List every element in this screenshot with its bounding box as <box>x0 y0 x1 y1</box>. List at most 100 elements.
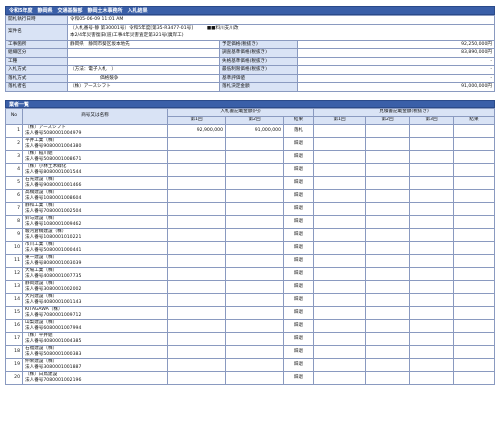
header-bid-round2: 第2回 <box>225 115 284 125</box>
row-est-result <box>453 227 495 242</box>
row-bid-round2 <box>225 292 284 307</box>
row-no: 16 <box>5 318 23 333</box>
header-est-result: 結果 <box>453 115 495 125</box>
row-result: 辞退 <box>282 370 315 385</box>
row-est-result <box>453 331 495 346</box>
row-est-result <box>453 279 495 294</box>
value-disqualify-price: - <box>297 56 495 66</box>
value-min-price: - <box>297 65 495 75</box>
row-bid-round2 <box>225 253 284 268</box>
row-bid-round1 <box>167 136 226 151</box>
row-est-round2 <box>365 201 411 216</box>
row-est-result <box>453 188 495 203</box>
row-company: 高橋建設（株） 法人番号1080001008604 <box>22 188 168 203</box>
label-award-method: 落札方式 <box>5 73 68 83</box>
row-est-round3 <box>409 279 455 294</box>
row-est-round3 <box>409 175 455 190</box>
header-estimate-amount: 見積書記載金額(税抜き) <box>313 107 495 117</box>
row-no: 3 <box>5 149 23 164</box>
info-row-location: 工事箇所 静岡県 静岡市葵区坂本地先 予定価格(税抜き) 92,250,000円 <box>5 39 495 49</box>
value-survey-price: 83,890,000円 <box>297 48 495 58</box>
row-no: 11 <box>5 253 23 268</box>
info-row-case: 案件名 （入札番号-静 第30001号）令和5年度[第35-R3477-01号]… <box>5 23 495 41</box>
table-row: 17 （株）平井組 法人番号4080001004385 辞退 <box>5 331 495 346</box>
header-est-round2: 第2回 <box>365 115 411 125</box>
row-bid-round1 <box>167 227 226 242</box>
value-worktype <box>67 56 220 66</box>
row-bid-round2 <box>225 331 284 346</box>
row-est-round1 <box>313 123 367 138</box>
row-est-round3 <box>409 188 455 203</box>
row-est-round2 <box>365 214 411 229</box>
row-est-round1 <box>313 162 367 177</box>
table-row: 3 （株）稲川組 法人番号5080001008671 辞退 <box>5 149 495 164</box>
row-est-round3 <box>409 123 455 138</box>
row-est-round3 <box>409 227 455 242</box>
page-title: 令和5年度 静岡県 交通基盤部 静岡土木事務所 入札結果 <box>5 6 495 15</box>
row-result: 辞退 <box>282 266 315 281</box>
row-bid-round2 <box>225 188 284 203</box>
value-location: 静岡県 静岡市葵区坂本地先 <box>67 39 220 49</box>
row-bid-round2 <box>225 279 284 294</box>
row-est-result <box>453 162 495 177</box>
row-est-round3 <box>409 214 455 229</box>
row-est-round3 <box>409 240 455 255</box>
table-row: 20 （株）白鳥建設 法人番号7080001002196 辞退 <box>5 370 495 385</box>
row-est-result <box>453 318 495 333</box>
row-est-round1 <box>313 331 367 346</box>
header-est-round1: 第1回 <box>313 115 367 125</box>
table-row: 14 大内建設（株） 法人番号4080001001143 辞退 <box>5 292 495 307</box>
row-company: 伸栄建設（株） 法人番号3080001001887 <box>22 357 168 372</box>
row-est-round3 <box>409 357 455 372</box>
label-base-score: 基準評価値 <box>219 73 298 83</box>
value-planned-price: 92,250,000円 <box>297 39 495 49</box>
row-est-round1 <box>313 318 367 333</box>
row-est-round2 <box>365 266 411 281</box>
row-est-round3 <box>409 162 455 177</box>
row-company: 石福建設（株） 法人番号5080001000383 <box>22 344 168 359</box>
row-est-round3 <box>409 370 455 385</box>
row-est-round1 <box>313 357 367 372</box>
row-company: 駿河倉橋建設（株） 法人番号1080001010221 <box>22 227 168 242</box>
table-row: 12 大場工業（株） 法人番号4080001007735 辞退 <box>5 266 495 281</box>
row-est-round2 <box>365 344 411 359</box>
row-est-result <box>453 123 495 138</box>
company-reg-number: 法人番号4080001004385 <box>25 338 82 344</box>
row-est-round1 <box>313 266 367 281</box>
row-no: 14 <box>5 292 23 307</box>
label-worktype: 工種 <box>5 56 68 66</box>
row-no: 13 <box>5 279 23 294</box>
row-bid-round1 <box>167 266 226 281</box>
row-company: 大場工業（株） 法人番号4080001007735 <box>22 266 168 281</box>
row-est-round1 <box>313 175 367 190</box>
row-est-round3 <box>409 292 455 307</box>
label-award-amount: 落札決定金額 <box>219 82 298 92</box>
row-company: 静岡建設（株） 法人番号3080001002002 <box>22 279 168 294</box>
row-no: 4 <box>5 162 23 177</box>
info-row-winner: 落札者名 （株）アースシフト 落札決定金額 91,000,000円 <box>5 82 495 92</box>
row-company: 静和工業（株） 法人番号7080001002504 <box>22 201 168 216</box>
row-bid-round2 <box>225 201 284 216</box>
row-bid-round2 <box>225 305 284 320</box>
row-est-round1 <box>313 227 367 242</box>
table-row: 8 鈴与建設（株） 法人番号1080001009462 辞退 <box>5 214 495 229</box>
row-no: 20 <box>5 370 23 385</box>
row-company: 大内建設（株） 法人番号4080001001143 <box>22 292 168 307</box>
award-method-text: 価格競争 <box>100 75 119 81</box>
row-company: 東一建設（株） 法人番号8080001003039 <box>22 253 168 268</box>
row-est-round2 <box>365 357 411 372</box>
row-company: 石光建設（株） 法人番号9080001001466 <box>22 175 168 190</box>
row-est-round1 <box>313 370 367 385</box>
company-reg-number: 法人番号1080001009462 <box>25 221 82 227</box>
row-result: 落札 <box>282 123 315 138</box>
row-est-round3 <box>409 305 455 320</box>
row-est-round2 <box>365 123 411 138</box>
value-org <box>67 48 220 58</box>
row-bid-round1 <box>167 331 226 346</box>
value-bid-method: （方法：電子入札 ） <box>67 65 220 75</box>
header-bid-round1: 第1回 <box>167 115 226 125</box>
row-bid-round1 <box>167 201 226 216</box>
info-table: 開札執行日時 令和05-06-09 11:01 AM 案件名 （入札番号-静 第… <box>5 15 495 92</box>
row-est-round2 <box>365 318 411 333</box>
row-result: 辞退 <box>282 188 315 203</box>
